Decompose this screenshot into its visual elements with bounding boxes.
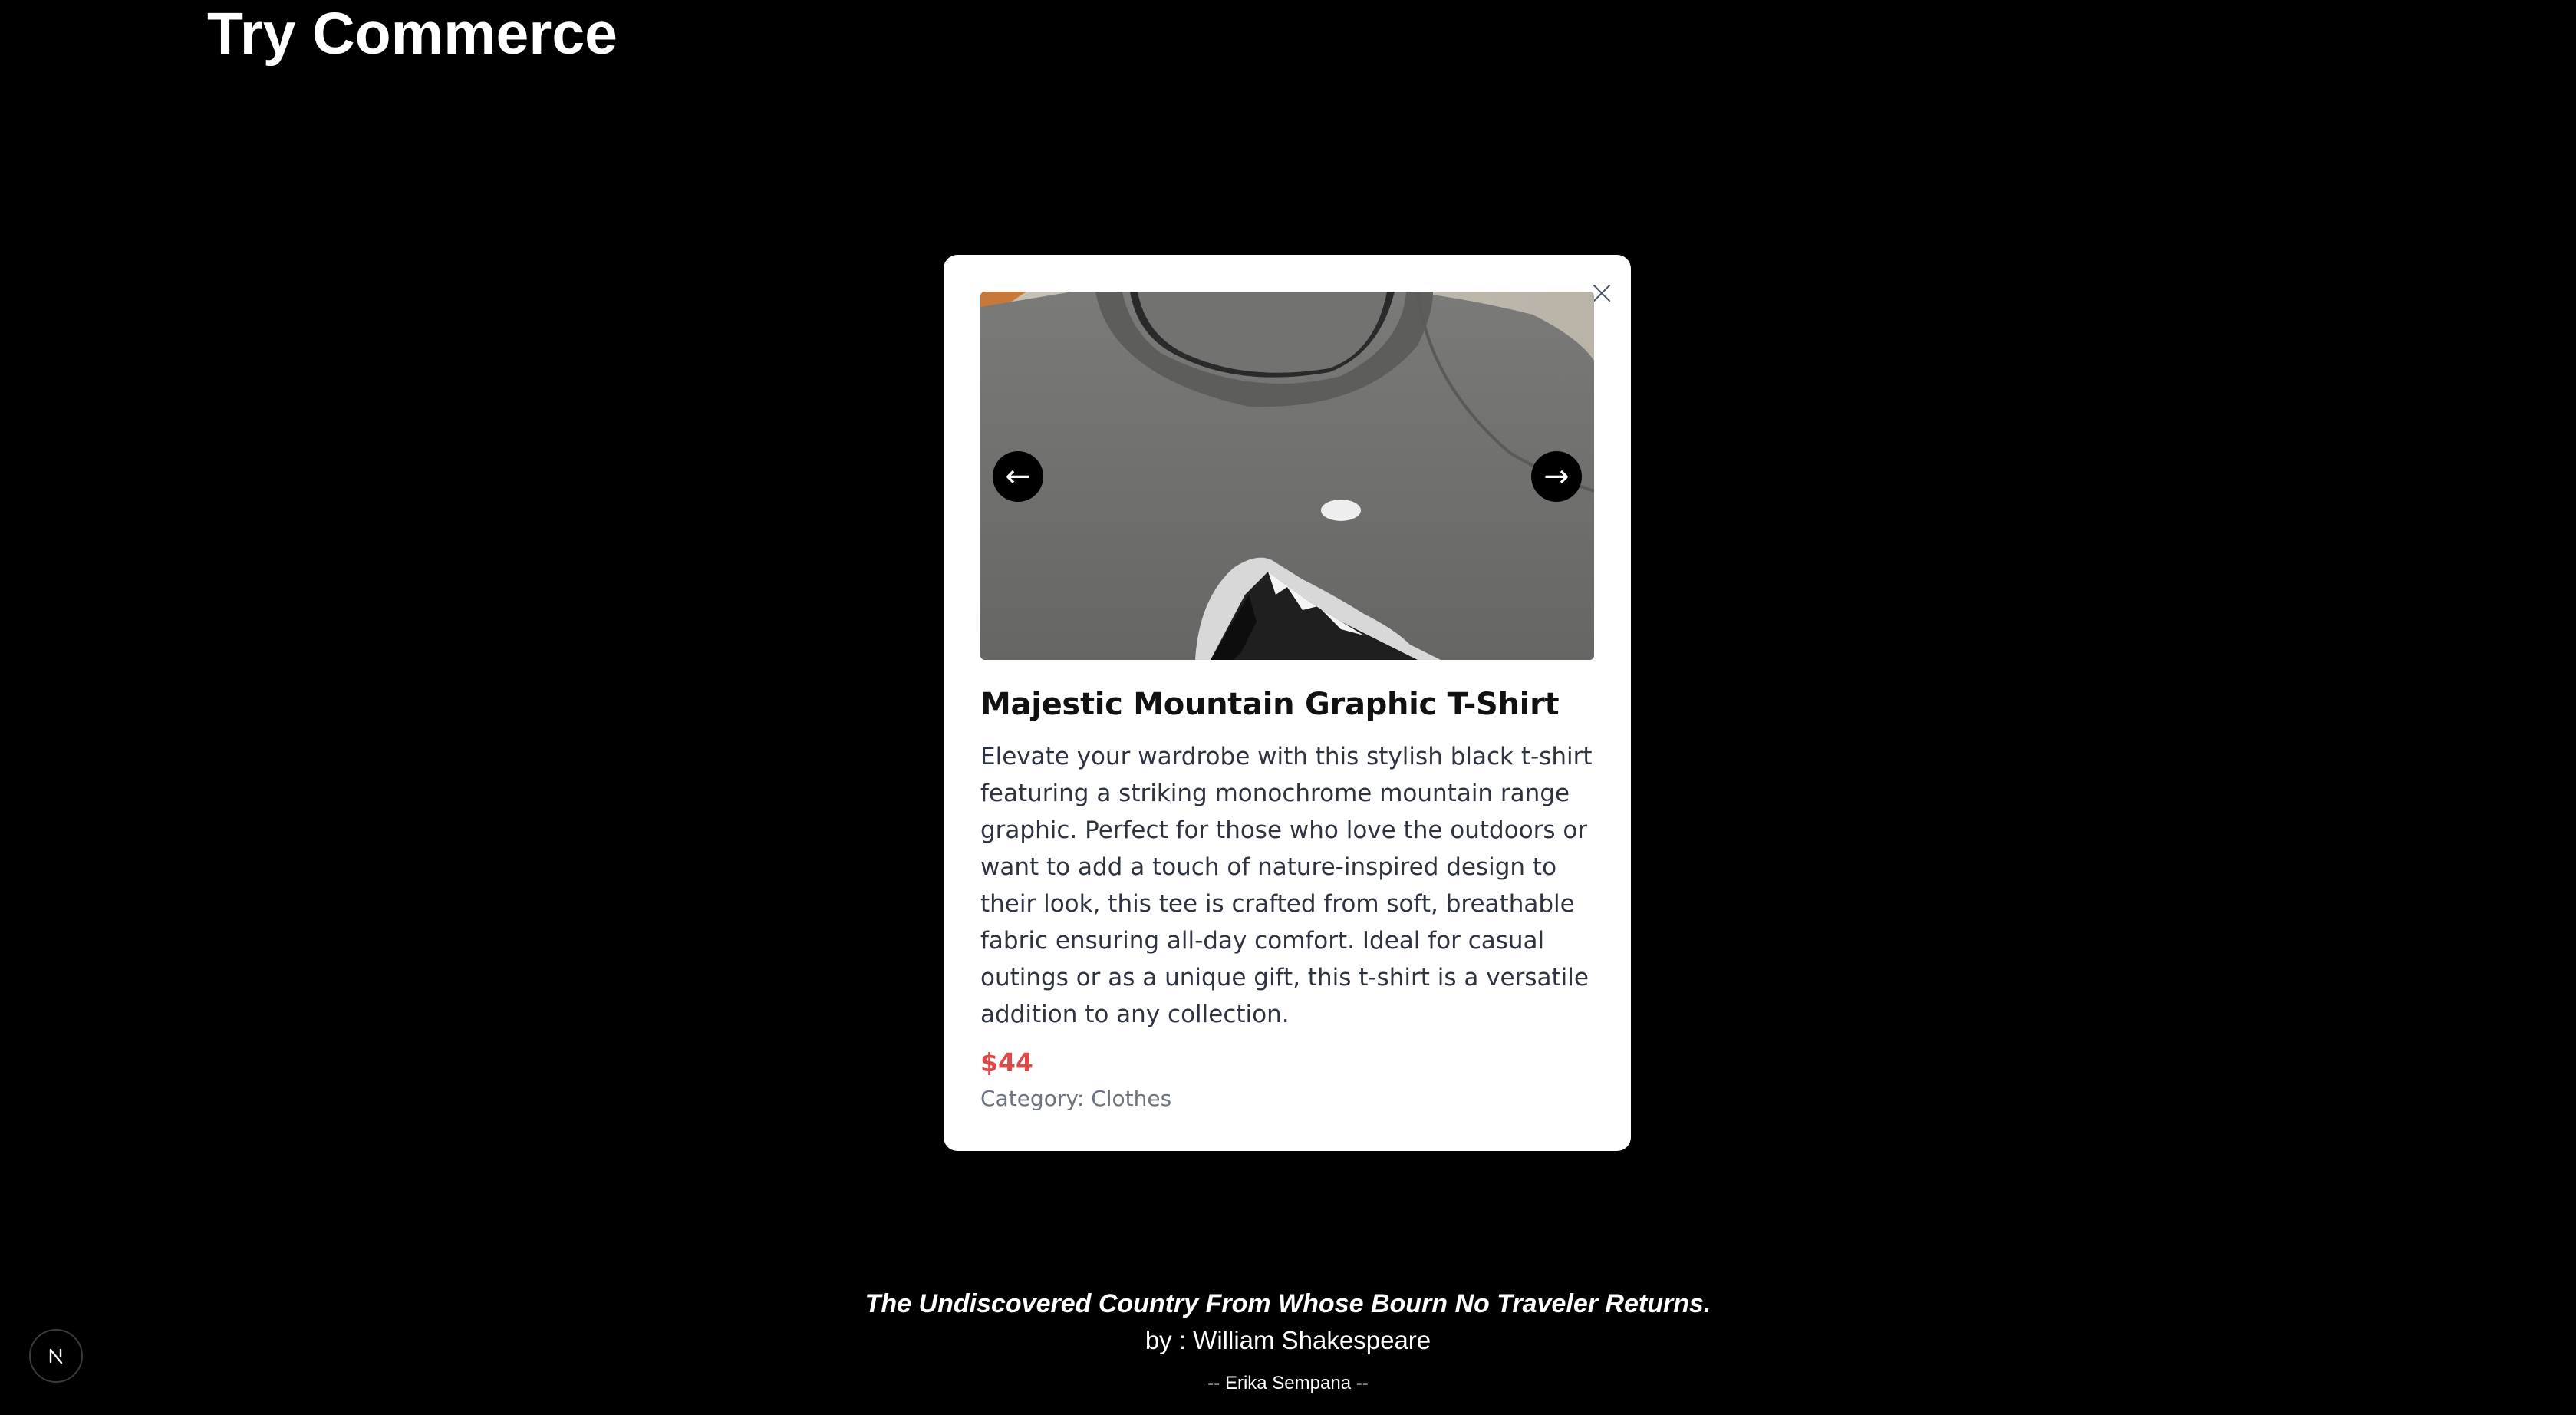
product-category: Category: Clothes: [980, 1086, 1172, 1111]
product-description: Elevate your wardrobe with this stylish …: [980, 743, 1593, 1028]
product-title: Majestic Mountain Graphic T-Shirt: [980, 687, 1560, 722]
footer-quote: The Undiscovered Country From Whose Bour…: [865, 1289, 1711, 1318]
arrow-right-icon: →: [1543, 459, 1570, 494]
carousel-next-button[interactable]: →: [1531, 451, 1582, 502]
product-modal: ← → Majestic Mountain Graphic T-Shirt El…: [944, 255, 1631, 1151]
site-title: Try Commerce: [207, 1, 618, 67]
carousel-prev-button[interactable]: ←: [993, 451, 1043, 502]
footer-author: by : William Shakespeare: [1145, 1326, 1431, 1354]
nextjs-logo-icon: [49, 1348, 63, 1364]
product-price: $44: [980, 1047, 1033, 1077]
arrow-left-icon: ←: [1005, 459, 1031, 494]
product-image-carousel: ← →: [980, 292, 1594, 660]
product-image: [980, 292, 1594, 660]
nextjs-badge-button[interactable]: [29, 1329, 83, 1383]
page: Try Commerce ← → Majestic Mountain Graph…: [0, 0, 2576, 1415]
footer-credit: -- Erika Sempana --: [1207, 1373, 1369, 1394]
